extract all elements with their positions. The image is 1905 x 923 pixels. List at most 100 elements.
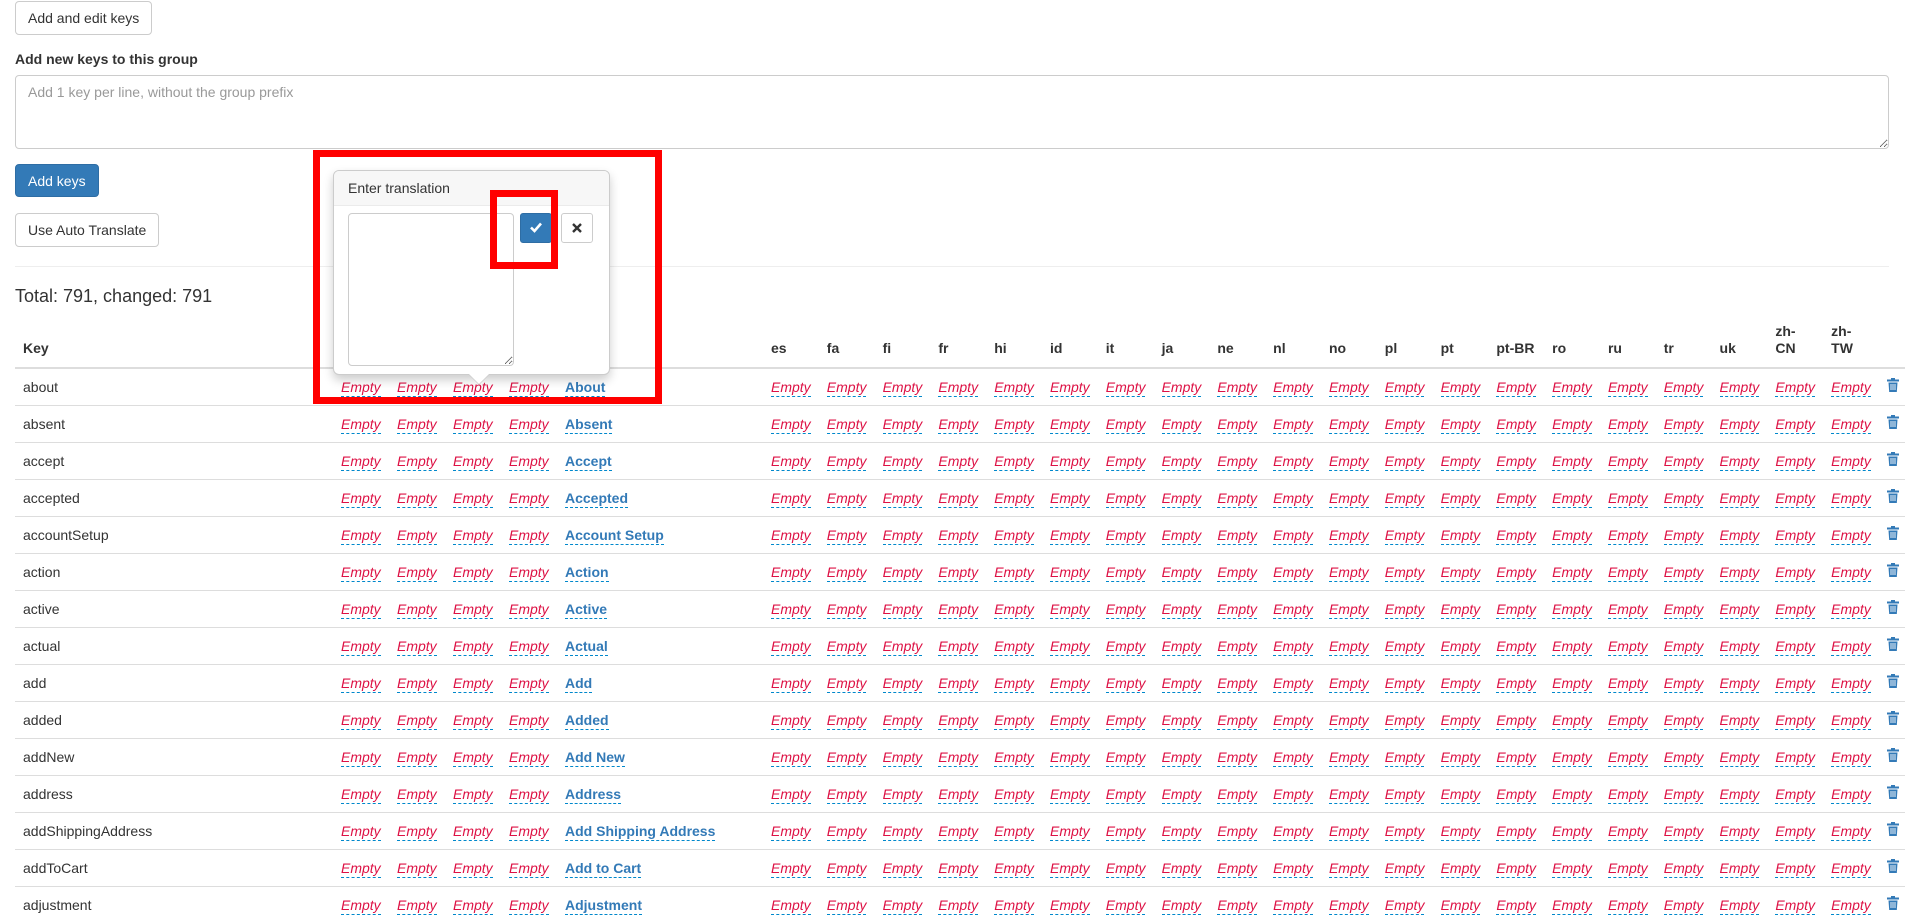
empty-translation-link[interactable]: Empty [1105, 563, 1146, 582]
empty-translation-link[interactable]: Empty [1105, 600, 1146, 619]
empty-translation-link[interactable]: Empty [882, 859, 923, 878]
empty-translation-link[interactable]: Empty [453, 563, 493, 582]
empty-translation-link[interactable]: Empty [1440, 748, 1481, 767]
empty-translation-link[interactable]: Empty [1384, 637, 1425, 656]
empty-translation-link[interactable]: Empty [397, 563, 437, 582]
empty-translation-link[interactable]: Empty [1049, 378, 1090, 397]
empty-translation-link[interactable]: Empty [341, 600, 381, 619]
empty-translation-link[interactable]: Empty [397, 452, 437, 471]
empty-translation-link[interactable]: Empty [1831, 452, 1871, 471]
empty-translation-link[interactable]: Empty [1607, 896, 1648, 915]
empty-translation-link[interactable]: Empty [1273, 452, 1313, 471]
empty-translation-link[interactable]: Empty [994, 489, 1034, 508]
empty-translation-link[interactable]: Empty [1384, 674, 1425, 693]
translation-value-link[interactable]: Absent [565, 415, 613, 434]
empty-translation-link[interactable]: Empty [1217, 563, 1258, 582]
empty-translation-link[interactable]: Empty [771, 415, 811, 434]
empty-translation-link[interactable]: Empty [1161, 563, 1202, 582]
empty-translation-link[interactable]: Empty [1161, 674, 1202, 693]
empty-translation-link[interactable]: Empty [1049, 859, 1090, 878]
empty-translation-link[interactable]: Empty [1496, 415, 1537, 434]
empty-translation-link[interactable]: Empty [397, 896, 437, 915]
empty-translation-link[interactable]: Empty [341, 785, 381, 804]
empty-translation-link[interactable]: Empty [826, 896, 867, 915]
empty-translation-link[interactable]: Empty [1217, 896, 1258, 915]
empty-translation-link[interactable]: Empty [1552, 785, 1592, 804]
empty-translation-link[interactable]: Empty [397, 637, 437, 656]
empty-translation-link[interactable]: Empty [1384, 711, 1425, 730]
empty-translation-link[interactable]: Empty [1775, 785, 1816, 804]
empty-translation-link[interactable]: Empty [1607, 600, 1648, 619]
empty-translation-link[interactable]: Empty [1719, 637, 1760, 656]
empty-translation-link[interactable]: Empty [1105, 859, 1146, 878]
add-keys-button[interactable]: Add keys [15, 164, 99, 197]
empty-translation-link[interactable]: Empty [1831, 378, 1871, 397]
empty-translation-link[interactable]: Empty [1496, 674, 1537, 693]
empty-translation-link[interactable]: Empty [1496, 378, 1537, 397]
empty-translation-link[interactable]: Empty [1161, 785, 1202, 804]
empty-translation-link[interactable]: Empty [1105, 637, 1146, 656]
empty-translation-link[interactable]: Empty [1719, 526, 1760, 545]
empty-translation-link[interactable]: Empty [1049, 711, 1090, 730]
empty-translation-link[interactable]: Empty [826, 489, 867, 508]
empty-translation-link[interactable]: Empty [1663, 674, 1704, 693]
empty-translation-link[interactable]: Empty [1440, 637, 1481, 656]
trash-icon[interactable] [1886, 525, 1899, 544]
empty-translation-link[interactable]: Empty [1663, 600, 1704, 619]
empty-translation-link[interactable]: Empty [1552, 563, 1592, 582]
empty-translation-link[interactable]: Empty [1775, 563, 1816, 582]
translation-value-link[interactable]: Add [565, 674, 593, 693]
empty-translation-link[interactable]: Empty [453, 711, 493, 730]
trash-icon[interactable] [1886, 599, 1899, 618]
empty-translation-link[interactable]: Empty [341, 526, 381, 545]
empty-translation-link[interactable]: Empty [1217, 785, 1258, 804]
empty-translation-link[interactable]: Empty [397, 785, 437, 804]
empty-translation-link[interactable]: Empty [1161, 526, 1202, 545]
empty-translation-link[interactable]: Empty [1217, 674, 1258, 693]
empty-translation-link[interactable]: Empty [938, 785, 979, 804]
empty-translation-link[interactable]: Empty [994, 637, 1034, 656]
empty-translation-link[interactable]: Empty [1217, 452, 1258, 471]
empty-translation-link[interactable]: Empty [938, 711, 979, 730]
empty-translation-link[interactable]: Empty [826, 415, 867, 434]
empty-translation-link[interactable]: Empty [1105, 415, 1146, 434]
empty-translation-link[interactable]: Empty [1049, 563, 1090, 582]
empty-translation-link[interactable]: Empty [1775, 748, 1816, 767]
empty-translation-link[interactable]: Empty [1663, 822, 1704, 841]
empty-translation-link[interactable]: Empty [938, 859, 979, 878]
empty-translation-link[interactable]: Empty [397, 822, 437, 841]
empty-translation-link[interactable]: Empty [938, 452, 979, 471]
empty-translation-link[interactable]: Empty [1719, 600, 1760, 619]
empty-translation-link[interactable]: Empty [509, 489, 549, 508]
translation-value-link[interactable]: Adjustment [565, 896, 642, 915]
empty-translation-link[interactable]: Empty [1105, 785, 1146, 804]
empty-translation-link[interactable]: Empty [453, 859, 493, 878]
empty-translation-link[interactable]: Empty [771, 452, 811, 471]
empty-translation-link[interactable]: Empty [509, 563, 549, 582]
empty-translation-link[interactable]: Empty [826, 526, 867, 545]
empty-translation-link[interactable]: Empty [1328, 859, 1369, 878]
empty-translation-link[interactable]: Empty [1328, 489, 1369, 508]
empty-translation-link[interactable]: Empty [882, 785, 923, 804]
empty-translation-link[interactable]: Empty [1440, 489, 1481, 508]
empty-translation-link[interactable]: Empty [453, 785, 493, 804]
empty-translation-link[interactable]: Empty [1440, 785, 1481, 804]
empty-translation-link[interactable]: Empty [882, 378, 923, 397]
empty-translation-link[interactable]: Empty [994, 785, 1034, 804]
empty-translation-link[interactable]: Empty [1775, 859, 1816, 878]
empty-translation-link[interactable]: Empty [1831, 600, 1871, 619]
empty-translation-link[interactable]: Empty [1552, 674, 1592, 693]
empty-translation-link[interactable]: Empty [1384, 526, 1425, 545]
empty-translation-link[interactable]: Empty [882, 748, 923, 767]
trash-icon[interactable] [1886, 784, 1899, 803]
empty-translation-link[interactable]: Empty [509, 896, 549, 915]
empty-translation-link[interactable]: Empty [1105, 674, 1146, 693]
empty-translation-link[interactable]: Empty [1663, 526, 1704, 545]
empty-translation-link[interactable]: Empty [1273, 859, 1313, 878]
empty-translation-link[interactable]: Empty [1161, 489, 1202, 508]
empty-translation-link[interactable]: Empty [1719, 674, 1760, 693]
empty-translation-link[interactable]: Empty [826, 822, 867, 841]
empty-translation-link[interactable]: Empty [1161, 859, 1202, 878]
empty-translation-link[interactable]: Empty [397, 489, 437, 508]
empty-translation-link[interactable]: Empty [1552, 748, 1592, 767]
